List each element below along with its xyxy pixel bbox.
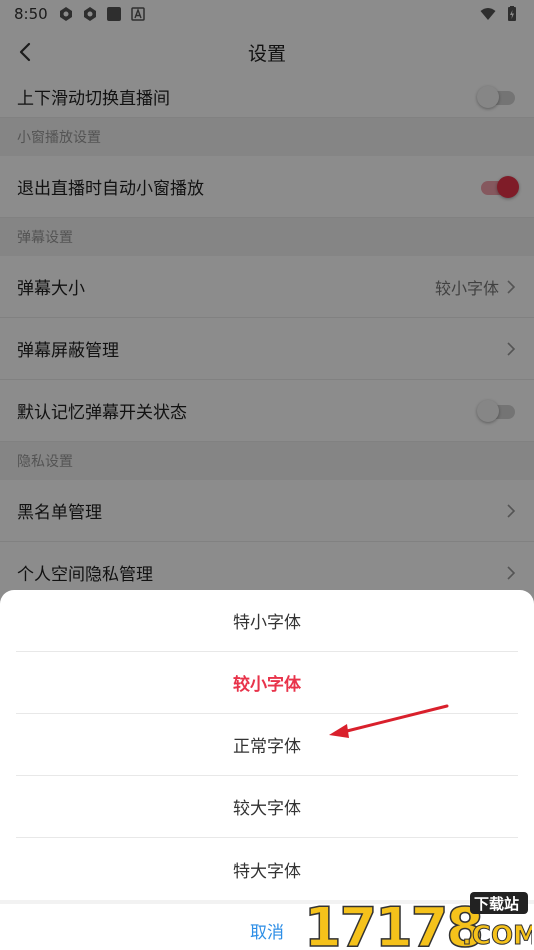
annotation-arrow-icon — [329, 704, 449, 738]
option-extra-small[interactable]: 特小字体 — [16, 590, 518, 652]
site-watermark: 17178 下载站 .COM — [302, 890, 534, 950]
option-large[interactable]: 较大字体 — [16, 776, 518, 838]
svg-text:17178: 17178 — [304, 896, 482, 950]
watermark-logo-icon: 17178 下载站 .COM — [303, 892, 534, 950]
svg-text:.COM: .COM — [462, 921, 532, 950]
svg-text:下载站: 下载站 — [474, 895, 519, 913]
